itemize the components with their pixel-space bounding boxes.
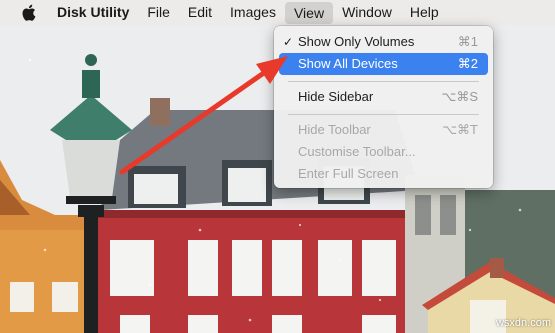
snowflake xyxy=(298,223,302,227)
snowflake xyxy=(148,283,152,287)
watermark: wsxdn.com xyxy=(495,317,551,329)
window xyxy=(272,315,302,333)
snowflake xyxy=(248,318,252,322)
menu-bar: Disk Utility File Edit Images View Windo… xyxy=(0,0,555,25)
orange-building-wall xyxy=(0,230,90,333)
red-building-cornice xyxy=(95,210,405,218)
snowflake xyxy=(518,208,522,212)
lamp-finial xyxy=(82,70,100,98)
window xyxy=(188,315,218,333)
pale-building-window xyxy=(440,195,456,235)
menu-item-label: Hide Toolbar xyxy=(298,122,371,137)
dormer-window xyxy=(134,174,178,204)
menu-images[interactable]: Images xyxy=(221,0,285,25)
cream-gable-chimney xyxy=(490,258,504,278)
menu-item-label: Customise Toolbar... xyxy=(298,144,416,159)
window xyxy=(188,240,218,296)
menu-item-label: Show Only Volumes xyxy=(298,34,415,49)
lamp-glass xyxy=(62,140,120,198)
window xyxy=(272,240,302,296)
menu-item-show-all-devices[interactable]: Show All Devices ⌘2 xyxy=(279,53,488,75)
window xyxy=(318,240,352,296)
lamp-post xyxy=(84,210,98,333)
menu-item-enter-full-screen: Enter Full Screen xyxy=(279,163,488,185)
snowflake xyxy=(198,228,202,232)
snowflake xyxy=(468,228,472,232)
chimney xyxy=(150,98,170,126)
menu-help[interactable]: Help xyxy=(401,0,448,25)
menu-item-shortcut: ⌘2 xyxy=(457,56,478,71)
lamp-bracket xyxy=(78,205,104,217)
window xyxy=(120,315,150,333)
snowflake xyxy=(28,58,32,62)
menu-view[interactable]: View xyxy=(284,2,334,24)
menu-window[interactable]: Window xyxy=(333,0,401,25)
snowflake xyxy=(338,258,342,262)
menu-item-customise-toolbar: Customise Toolbar... xyxy=(279,141,488,163)
checkmark-icon: ✓ xyxy=(283,35,294,49)
menu-item-hide-sidebar[interactable]: Hide Sidebar ⌥⌘S xyxy=(279,86,488,108)
lamp-top xyxy=(85,54,97,66)
window xyxy=(232,240,262,296)
view-menu-dropdown: ✓ Show Only Volumes ⌘1 Show All Devices … xyxy=(274,26,493,188)
menu-separator xyxy=(288,114,479,115)
menu-item-label: Enter Full Screen xyxy=(298,166,399,181)
window xyxy=(110,240,154,296)
window xyxy=(362,315,396,333)
pale-building-window xyxy=(415,195,431,235)
menu-separator xyxy=(288,81,479,82)
menu-edit[interactable]: Edit xyxy=(179,0,221,25)
lamp-base xyxy=(66,196,116,204)
menu-item-shortcut: ⌘1 xyxy=(457,34,478,49)
menu-app-name[interactable]: Disk Utility xyxy=(57,0,138,25)
menu-item-show-only-volumes[interactable]: ✓ Show Only Volumes ⌘1 xyxy=(279,31,488,53)
snowflake xyxy=(43,248,47,252)
apple-icon[interactable] xyxy=(21,4,37,22)
menu-item-hide-toolbar: Hide Toolbar ⌥⌘T xyxy=(279,119,488,141)
menu-item-label: Show All Devices xyxy=(298,56,398,71)
menu-item-shortcut: ⌥⌘T xyxy=(442,122,478,137)
orange-building-window xyxy=(10,282,34,312)
menu-file[interactable]: File xyxy=(138,0,179,25)
snowflake xyxy=(378,298,382,302)
apple-logo-glyph xyxy=(22,4,36,21)
orange-building-window xyxy=(52,282,78,312)
menu-item-shortcut: ⌥⌘S xyxy=(441,89,478,104)
dormer-window xyxy=(228,168,266,202)
window xyxy=(362,240,396,296)
menu-item-label: Hide Sidebar xyxy=(298,89,374,104)
